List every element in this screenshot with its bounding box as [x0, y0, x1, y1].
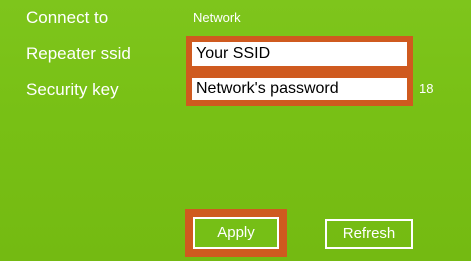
- security-key-highlight: [186, 72, 413, 106]
- repeater-settings-panel: Connect to Network Repeater ssid Securit…: [0, 0, 471, 261]
- repeater-ssid-label: Repeater ssid: [26, 44, 131, 63]
- repeater-ssid-highlight: [186, 36, 413, 72]
- refresh-button[interactable]: Refresh: [325, 219, 413, 249]
- security-key-label: Security key: [26, 80, 119, 99]
- apply-button[interactable]: Apply: [193, 217, 279, 249]
- connect-to-label: Connect to: [26, 8, 109, 27]
- repeater-ssid-input[interactable]: [192, 42, 407, 66]
- security-key-input[interactable]: [192, 78, 407, 100]
- security-key-length: 18: [419, 81, 434, 96]
- connect-to-value: Network: [193, 10, 241, 25]
